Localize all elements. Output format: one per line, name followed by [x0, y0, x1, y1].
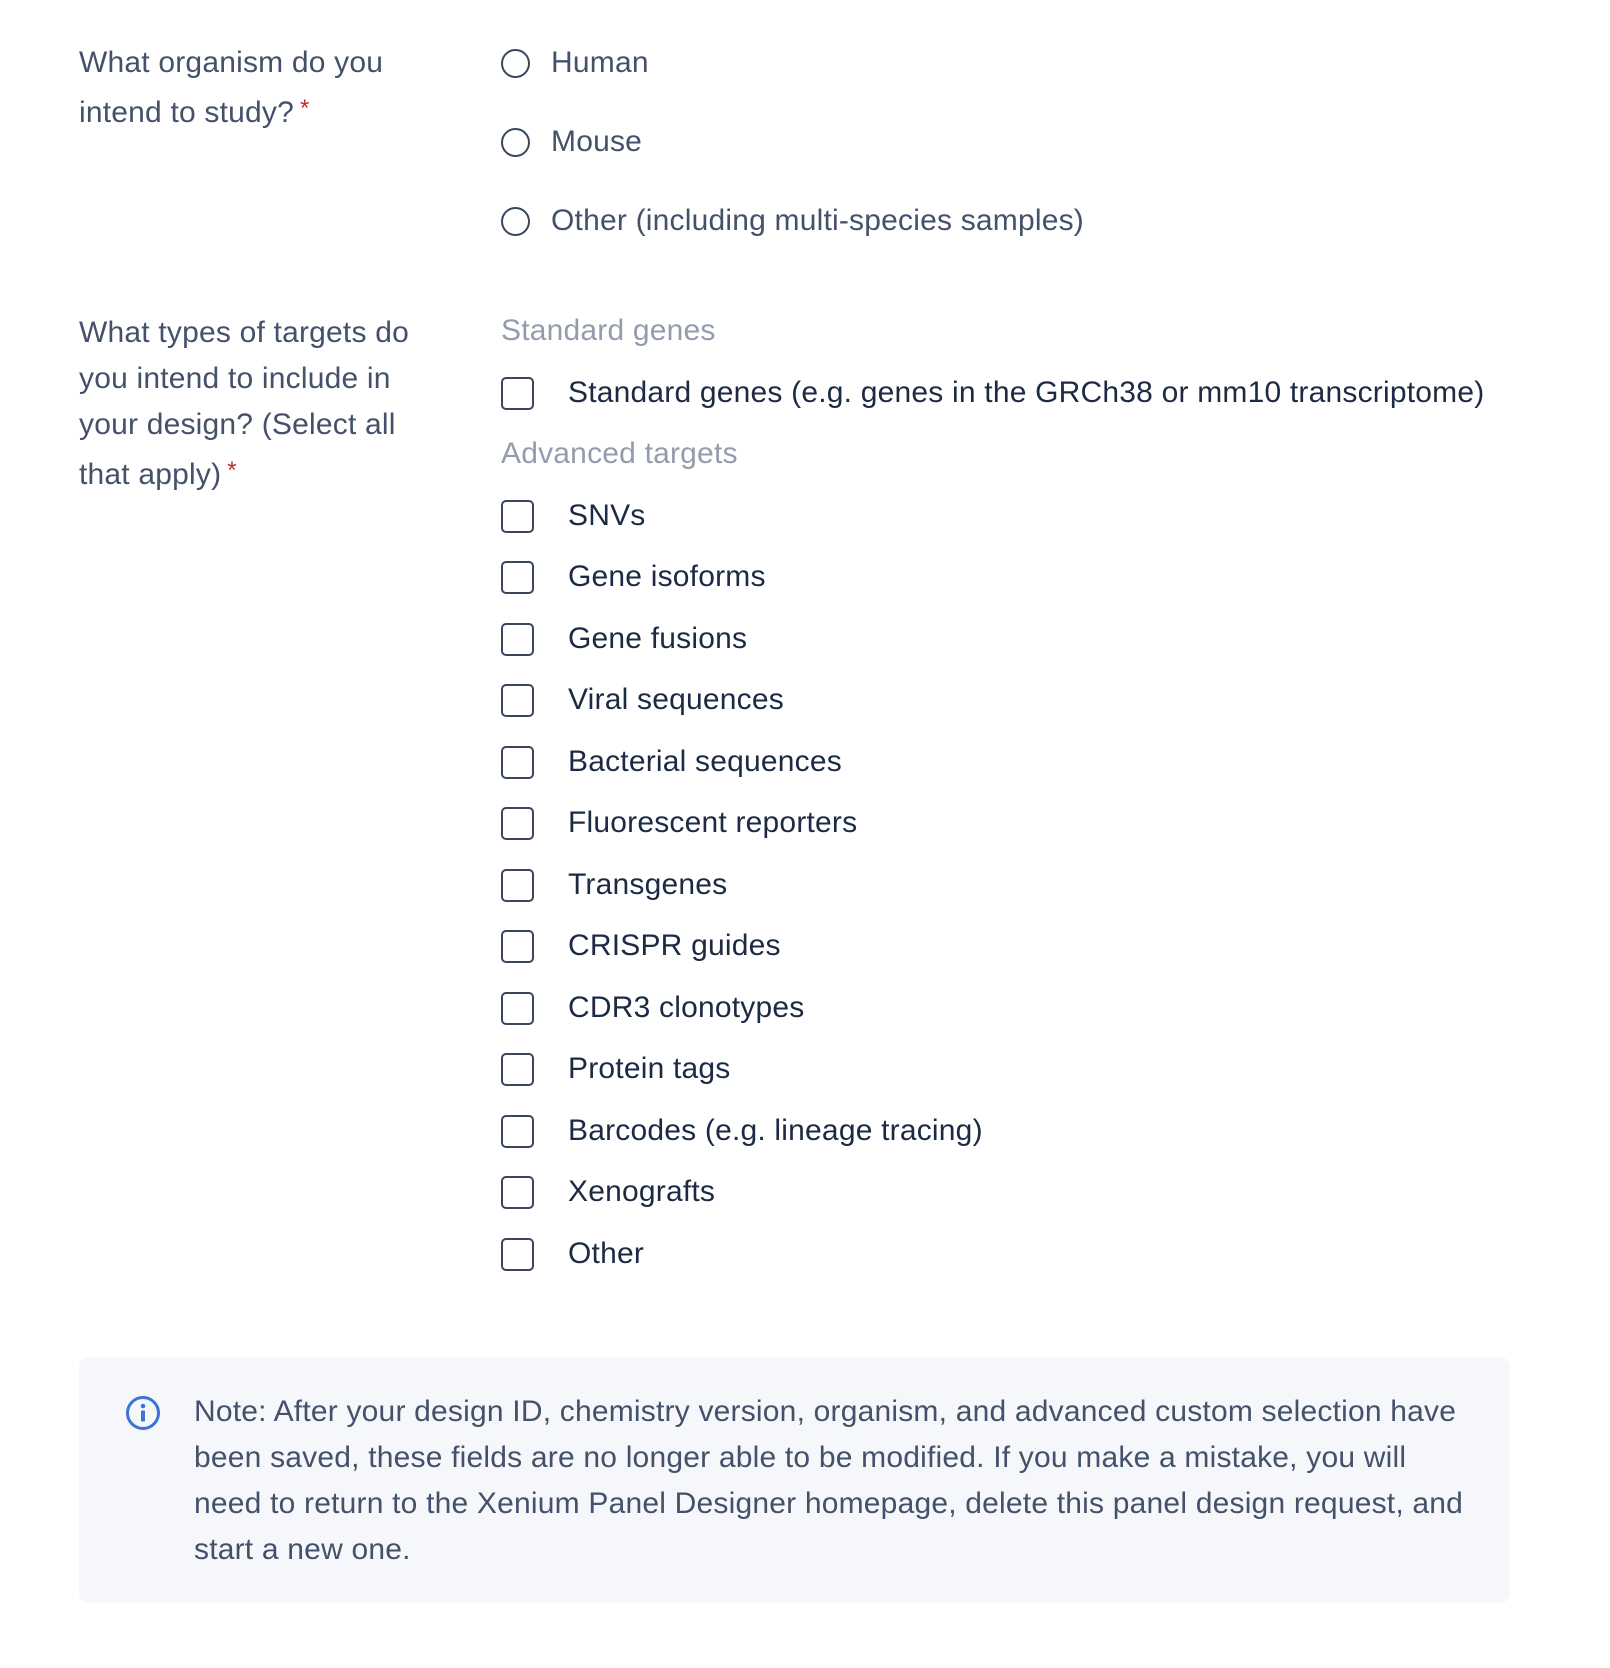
radio-circle-icon[interactable] [501, 48, 530, 78]
checkbox-label: Xenografts [568, 1175, 716, 1208]
info-icon [126, 1396, 160, 1430]
standard-genes-header: Standard genes [501, 314, 716, 347]
radio-other-organism[interactable]: Other (including multi-species samples) [501, 201, 1084, 241]
radio-human-label: Human [551, 46, 649, 79]
targets-question-line3: your design? (Select all [79, 408, 396, 441]
checkbox-label: Barcodes (e.g. lineage tracing) [568, 1114, 983, 1147]
checkbox-label: Protein tags [568, 1052, 731, 1085]
checkbox-box[interactable] [501, 1114, 534, 1148]
checkbox-box[interactable] [501, 622, 534, 656]
organism-question-label: What organism do you intend to study? * [79, 40, 383, 136]
checkbox-standard-genes-label: Standard genes (e.g. genes in the GRCh38… [568, 376, 1485, 409]
targets-question-line1: What types of targets do [79, 316, 409, 349]
checkbox-fluorescent-reporters[interactable]: Fluorescent reporters [501, 803, 857, 843]
targets-question-line2: you intend to include in [79, 362, 391, 395]
checkbox-label: CRISPR guides [568, 929, 781, 962]
checkbox-box[interactable] [501, 499, 534, 533]
checkbox-label: Other [568, 1237, 645, 1270]
checkbox-box[interactable] [501, 745, 534, 779]
checkbox-xenografts[interactable]: Xenografts [501, 1172, 715, 1212]
checkbox-box[interactable] [501, 1237, 534, 1271]
checkbox-box[interactable] [501, 991, 534, 1025]
checkbox-gene-isoforms[interactable]: Gene isoforms [501, 557, 766, 597]
radio-human[interactable]: Human [501, 43, 649, 83]
checkbox-cdr3-clonotypes[interactable]: CDR3 clonotypes [501, 988, 804, 1028]
checkbox-box[interactable] [501, 929, 534, 963]
checkbox-box[interactable] [501, 376, 534, 410]
required-asterisk: * [227, 457, 237, 484]
radio-circle-icon[interactable] [501, 127, 530, 157]
checkbox-label: Gene fusions [568, 622, 748, 655]
note-text: Note: After your design ID, chemistry ve… [194, 1395, 1464, 1566]
checkbox-label: SNVs [568, 499, 646, 532]
checkbox-protein-tags[interactable]: Protein tags [501, 1049, 731, 1089]
radio-other-organism-label: Other (including multi-species samples) [551, 204, 1084, 237]
advanced-targets-header: Advanced targets [501, 437, 738, 470]
checkbox-snvs[interactable]: SNVs [501, 496, 646, 536]
checkbox-viral-sequences[interactable]: Viral sequences [501, 680, 784, 720]
checkbox-crispr-guides[interactable]: CRISPR guides [501, 926, 781, 966]
organism-question-line1: What organism do you [79, 46, 384, 79]
checkbox-barcodes[interactable]: Barcodes (e.g. lineage tracing) [501, 1111, 983, 1151]
checkbox-label: CDR3 clonotypes [568, 991, 805, 1024]
checkbox-other-target[interactable]: Other [501, 1234, 644, 1274]
targets-question-label: What types of targets do you intend to i… [79, 310, 409, 498]
checkbox-box[interactable] [501, 868, 534, 902]
checkbox-gene-fusions[interactable]: Gene fusions [501, 619, 747, 659]
checkbox-label: Fluorescent reporters [568, 806, 858, 839]
checkbox-box[interactable] [501, 806, 534, 840]
checkbox-box[interactable] [501, 1175, 534, 1209]
checkbox-box[interactable] [501, 560, 534, 594]
note-box: Note: After your design ID, chemistry ve… [79, 1357, 1510, 1603]
radio-circle-icon[interactable] [501, 206, 530, 236]
checkbox-label: Gene isoforms [568, 560, 766, 593]
checkbox-transgenes[interactable]: Transgenes [501, 865, 727, 905]
checkbox-label: Viral sequences [568, 683, 784, 716]
radio-mouse[interactable]: Mouse [501, 122, 642, 162]
checkbox-bacterial-sequences[interactable]: Bacterial sequences [501, 742, 842, 782]
targets-question-line4: that apply) [79, 458, 222, 491]
checkbox-box[interactable] [501, 683, 534, 717]
organism-question-line2: intend to study? [79, 96, 295, 129]
required-asterisk: * [300, 95, 310, 122]
checkbox-standard-genes[interactable]: Standard genes (e.g. genes in the GRCh38… [501, 373, 1484, 413]
checkbox-box[interactable] [501, 1052, 534, 1086]
checkbox-label: Bacterial sequences [568, 745, 842, 778]
checkbox-label: Transgenes [568, 868, 728, 901]
radio-mouse-label: Mouse [551, 125, 643, 158]
